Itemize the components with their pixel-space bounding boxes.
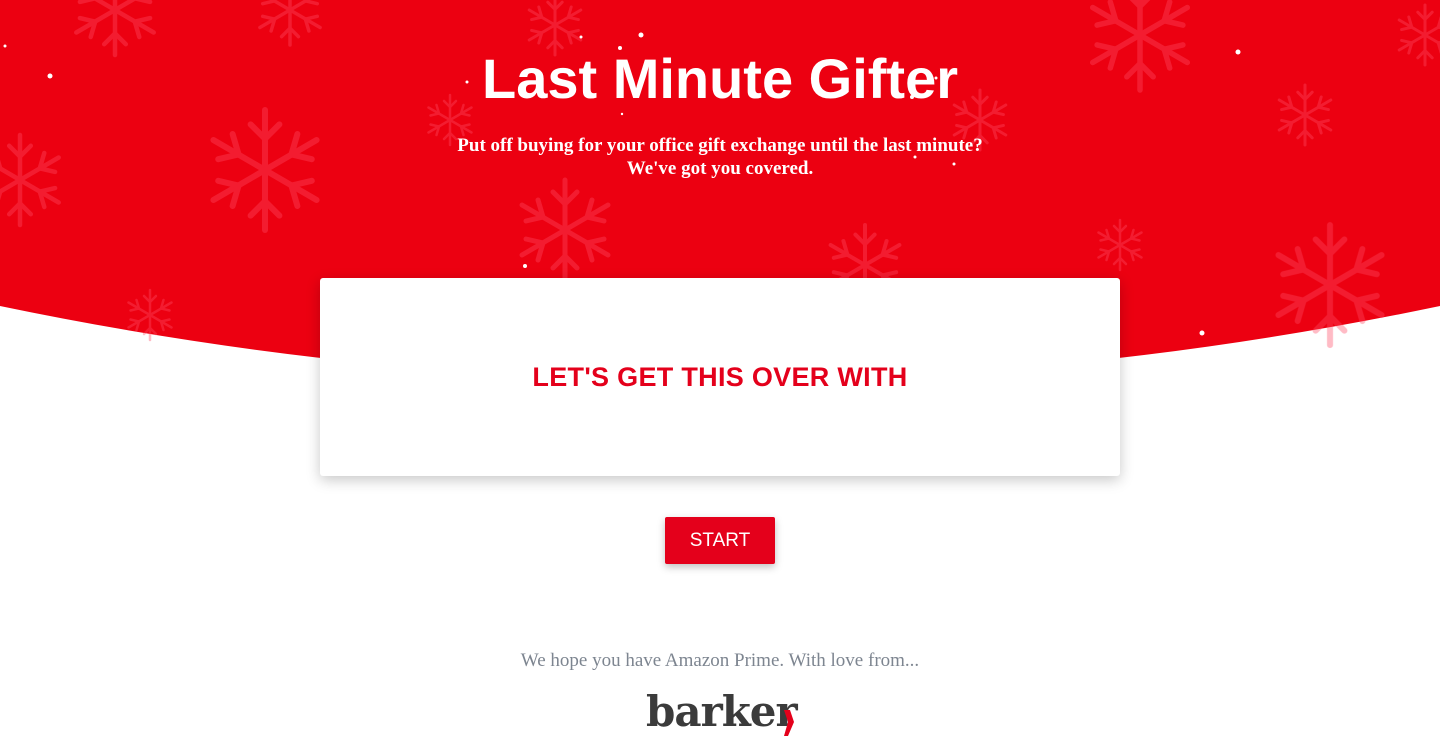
logo-wordmark: barker bbox=[646, 687, 798, 736]
card-heading: LET'S GET THIS OVER WITH bbox=[532, 361, 908, 392]
intro-card: LET'S GET THIS OVER WITH bbox=[320, 278, 1120, 476]
page-subtitle: Put off buying for your office gift exch… bbox=[0, 134, 1440, 180]
subtitle-line-1: Put off buying for your office gift exch… bbox=[457, 135, 983, 156]
subtitle-line-2: We've got you covered. bbox=[626, 158, 814, 179]
red-comma-mark-icon bbox=[784, 710, 794, 736]
footer-message: We hope you have Amazon Prime. With love… bbox=[520, 650, 920, 671]
start-button[interactable]: START bbox=[665, 517, 775, 564]
barker-logo[interactable]: barker bbox=[646, 686, 806, 738]
page-title: Last Minute Gifter bbox=[481, 47, 959, 110]
